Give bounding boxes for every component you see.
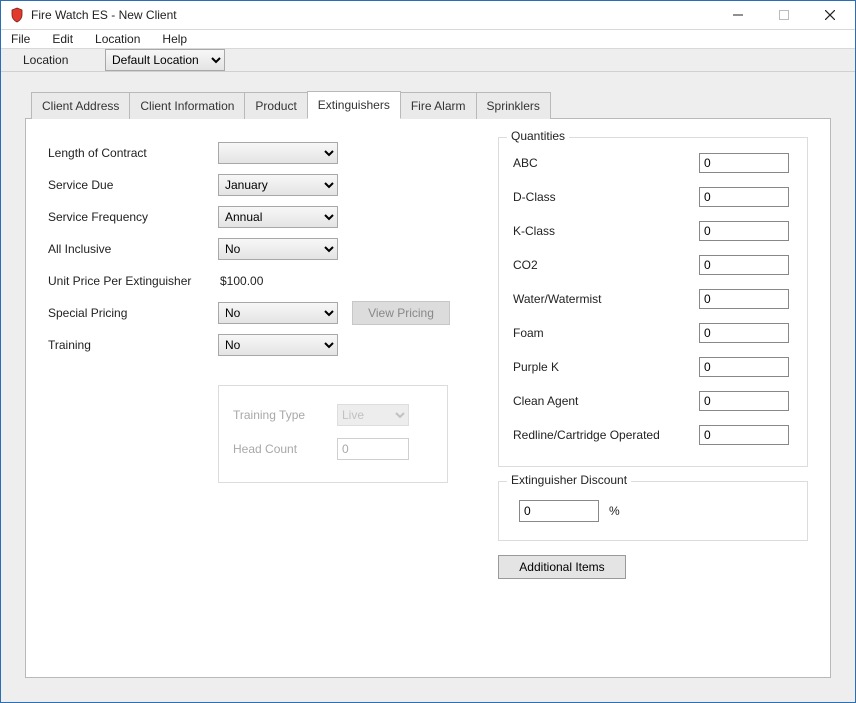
qty-row-redline: Redline/Cartridge Operated xyxy=(513,418,793,452)
tab-product[interactable]: Product xyxy=(244,92,307,119)
head-count-input xyxy=(337,438,409,460)
all-inclusive-label: All Inclusive xyxy=(48,242,218,256)
qty-label: CO2 xyxy=(513,258,699,272)
qty-input-purplek[interactable] xyxy=(699,357,789,377)
qty-input-dclass[interactable] xyxy=(699,187,789,207)
tab-panel-extinguishers: Length of Contract Service Due January S… xyxy=(25,118,831,678)
unit-price-value: $100.00 xyxy=(218,274,263,288)
unit-price-label: Unit Price Per Extinguisher xyxy=(48,274,218,288)
qty-row-water: Water/Watermist xyxy=(513,282,793,316)
menu-file[interactable]: File xyxy=(7,30,34,48)
location-select[interactable]: Default Location xyxy=(105,49,225,71)
qty-input-foam[interactable] xyxy=(699,323,789,343)
window-close-button[interactable] xyxy=(807,1,853,29)
additional-items-button[interactable]: Additional Items xyxy=(498,555,626,579)
extinguisher-settings-column: Length of Contract Service Due January S… xyxy=(48,137,458,653)
special-pricing-label: Special Pricing xyxy=(48,306,218,320)
app-shield-icon xyxy=(9,7,25,23)
quantities-fieldset: Quantities ABC D-Class K-Class CO2 xyxy=(498,137,808,467)
minimize-icon xyxy=(733,10,743,20)
service-due-label: Service Due xyxy=(48,178,218,192)
training-details-box: Training Type Live Head Count xyxy=(218,385,448,483)
service-due-select[interactable]: January xyxy=(218,174,338,196)
close-icon xyxy=(825,10,835,20)
special-pricing-select[interactable]: No xyxy=(218,302,338,324)
window-controls xyxy=(715,1,853,29)
work-area: Client Address Client Information Produc… xyxy=(1,72,855,702)
training-type-select: Live xyxy=(337,404,409,426)
qty-label: Foam xyxy=(513,326,699,340)
qty-row-abc: ABC xyxy=(513,146,793,180)
training-type-label: Training Type xyxy=(233,408,337,422)
qty-input-redline[interactable] xyxy=(699,425,789,445)
qty-input-water[interactable] xyxy=(699,289,789,309)
qty-label: Purple K xyxy=(513,360,699,374)
service-frequency-select[interactable]: Annual xyxy=(218,206,338,228)
service-frequency-label: Service Frequency xyxy=(48,210,218,224)
quantities-column: Quantities ABC D-Class K-Class CO2 xyxy=(498,137,808,653)
qty-row-co2: CO2 xyxy=(513,248,793,282)
window-title: Fire Watch ES - New Client xyxy=(31,8,715,22)
discount-legend: Extinguisher Discount xyxy=(507,473,631,487)
menu-edit[interactable]: Edit xyxy=(48,30,77,48)
qty-input-kclass[interactable] xyxy=(699,221,789,241)
location-label: Location xyxy=(23,53,83,67)
all-inclusive-select[interactable]: No xyxy=(218,238,338,260)
menu-help[interactable]: Help xyxy=(158,30,191,48)
qty-label: ABC xyxy=(513,156,699,170)
maximize-icon xyxy=(779,10,789,20)
menu-location[interactable]: Location xyxy=(91,30,144,48)
window-minimize-button[interactable] xyxy=(715,1,761,29)
qty-label: D-Class xyxy=(513,190,699,204)
qty-label: K-Class xyxy=(513,224,699,238)
qty-input-cleanagent[interactable] xyxy=(699,391,789,411)
app-window: Fire Watch ES - New Client File Edit Loc… xyxy=(0,0,856,703)
head-count-label: Head Count xyxy=(233,442,337,456)
qty-input-abc[interactable] xyxy=(699,153,789,173)
quantities-legend: Quantities xyxy=(507,129,569,143)
location-toolbar: Location Default Location xyxy=(1,49,855,72)
tab-extinguishers[interactable]: Extinguishers xyxy=(307,91,401,119)
qty-row-dclass: D-Class xyxy=(513,180,793,214)
qty-row-kclass: K-Class xyxy=(513,214,793,248)
qty-label: Water/Watermist xyxy=(513,292,699,306)
tab-sprinklers[interactable]: Sprinklers xyxy=(476,92,551,119)
view-pricing-button: View Pricing xyxy=(352,301,450,325)
discount-input[interactable] xyxy=(519,500,599,522)
discount-fieldset: Extinguisher Discount % xyxy=(498,481,808,541)
length-of-contract-label: Length of Contract xyxy=(48,146,218,160)
tab-strip: Client Address Client Information Produc… xyxy=(31,90,831,118)
title-bar: Fire Watch ES - New Client xyxy=(1,1,855,30)
qty-label: Redline/Cartridge Operated xyxy=(513,428,699,442)
qty-row-foam: Foam xyxy=(513,316,793,350)
discount-unit: % xyxy=(609,504,620,518)
training-select[interactable]: No xyxy=(218,334,338,356)
menu-bar: File Edit Location Help xyxy=(1,30,855,49)
tab-fire-alarm[interactable]: Fire Alarm xyxy=(400,92,477,119)
training-label: Training xyxy=(48,338,218,352)
qty-row-cleanagent: Clean Agent xyxy=(513,384,793,418)
window-maximize-button xyxy=(761,1,807,29)
tab-client-information[interactable]: Client Information xyxy=(129,92,245,119)
qty-input-co2[interactable] xyxy=(699,255,789,275)
qty-row-purplek: Purple K xyxy=(513,350,793,384)
qty-label: Clean Agent xyxy=(513,394,699,408)
length-of-contract-select[interactable] xyxy=(218,142,338,164)
tab-client-address[interactable]: Client Address xyxy=(31,92,130,119)
